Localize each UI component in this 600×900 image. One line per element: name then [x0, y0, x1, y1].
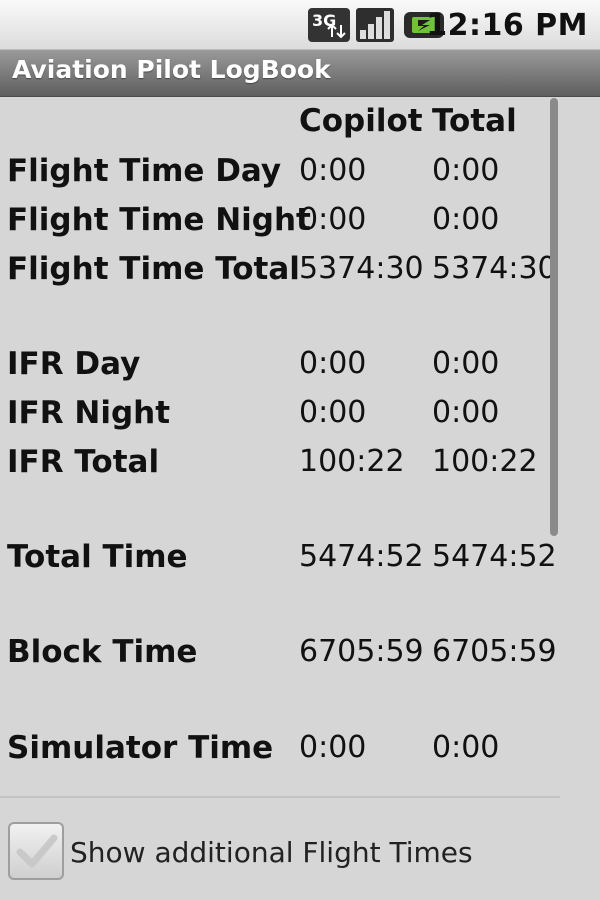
- total-value: 100:22: [432, 444, 538, 479]
- status-time: 12:16 PM: [426, 8, 588, 43]
- total-value: 0:00: [432, 346, 500, 381]
- column-header-copilot: Copilot: [299, 103, 423, 139]
- table-row: Simulator Time 0:00 0:00: [0, 730, 560, 774]
- table-row: Flight Time Total 5374:30 5374:30: [0, 251, 560, 295]
- copilot-value: 0:00: [299, 202, 367, 237]
- column-header-total: Total: [432, 103, 517, 139]
- copilot-value: 0:00: [299, 153, 367, 188]
- check-icon: [16, 834, 58, 868]
- footer: Show additional Flight Times: [0, 810, 600, 900]
- copilot-value: 0:00: [299, 730, 367, 765]
- divider: [0, 796, 560, 798]
- 3g-data-icon: 3G: [308, 8, 350, 46]
- total-value: 0:00: [432, 395, 500, 430]
- total-value: 0:00: [432, 730, 500, 765]
- flight-times-table[interactable]: Copilot Total Flight Time Day 0:00 0:00 …: [0, 97, 600, 797]
- scrollbar[interactable]: [550, 98, 558, 536]
- table-row: Total Time 5474:52 5474:52: [0, 539, 560, 583]
- table-row: IFR Night 0:00 0:00: [0, 395, 560, 439]
- total-value: 6705:59: [432, 634, 557, 669]
- table-row: Flight Time Day 0:00 0:00: [0, 153, 560, 197]
- table-row: Block Time 6705:59 6705:59: [0, 634, 560, 678]
- copilot-value: 100:22: [299, 444, 405, 479]
- total-value: 0:00: [432, 153, 500, 188]
- row-label: IFR Night: [7, 395, 171, 431]
- copilot-value: 0:00: [299, 395, 367, 430]
- row-label: Block Time: [7, 634, 198, 670]
- row-label: IFR Total: [7, 444, 160, 480]
- total-value: 5374:30: [432, 251, 557, 286]
- copilot-value: 5474:52: [299, 539, 424, 574]
- signal-icon: [356, 8, 394, 46]
- row-label: Flight Time Total: [7, 251, 300, 287]
- row-label: Total Time: [7, 539, 188, 575]
- table-row: Flight Time Night 0:00 0:00: [0, 202, 560, 246]
- copilot-value: 6705:59: [299, 634, 424, 669]
- row-label: IFR Day: [7, 346, 141, 382]
- app-title: Aviation Pilot LogBook: [12, 55, 331, 84]
- row-label: Flight Time Day: [7, 153, 282, 189]
- total-value: 0:00: [432, 202, 500, 237]
- row-label: Simulator Time: [7, 730, 274, 766]
- checkbox-label[interactable]: Show additional Flight Times: [70, 836, 473, 869]
- row-label: Flight Time Night: [7, 202, 311, 238]
- copilot-value: 0:00: [299, 346, 367, 381]
- table-row: IFR Total 100:22 100:22: [0, 444, 560, 488]
- app-title-bar: Aviation Pilot LogBook: [0, 50, 600, 97]
- show-additional-times-checkbox[interactable]: [8, 822, 64, 880]
- copilot-value: 5374:30: [299, 251, 424, 286]
- table-row: IFR Day 0:00 0:00: [0, 346, 560, 390]
- total-value: 5474:52: [432, 539, 557, 574]
- status-bar: 3G 12:16 PM: [0, 0, 600, 50]
